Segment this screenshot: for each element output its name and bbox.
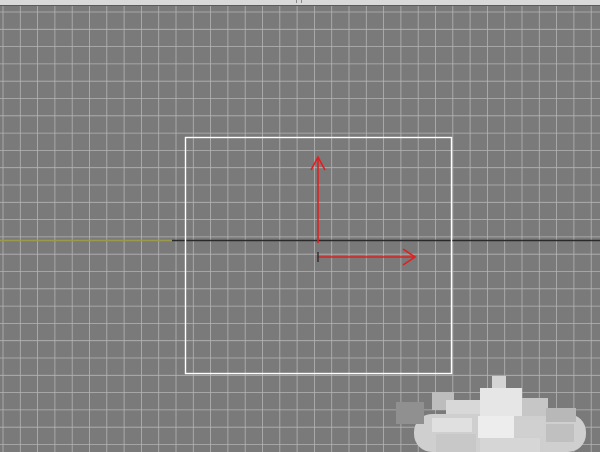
watermark-mosaic [396,376,586,452]
viewport-canvas[interactable] [0,0,600,452]
top-strip-tick [296,0,302,3]
watermark-logo [396,372,600,452]
viewport-top-strip [0,0,600,6]
transform-gizmo[interactable] [310,155,417,266]
